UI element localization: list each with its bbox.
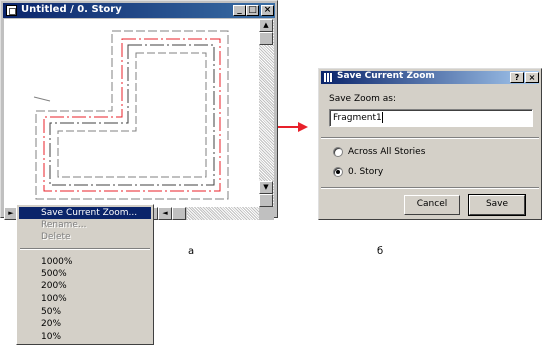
minimize-button[interactable]: _ <box>233 5 246 16</box>
close-button[interactable]: × <box>261 5 274 16</box>
save-zoom-dialog: Save Current Zoom ? × Save Zoom as: Frag… <box>318 68 542 220</box>
document-icon <box>6 5 17 16</box>
menu-item-zoom-100[interactable]: 100% <box>19 293 151 305</box>
floor-plan-drawing <box>33 30 229 200</box>
scroll-down-arrow-icon[interactable]: ▼ <box>259 181 273 194</box>
scroll-thumb[interactable] <box>259 32 273 45</box>
save-button[interactable]: Save <box>468 194 526 216</box>
menu-item-zoom-200[interactable]: 200% <box>19 280 151 292</box>
radio-current-story[interactable] <box>333 167 343 177</box>
window-titlebar[interactable]: Untitled / 0. Story _ □ × <box>3 3 275 18</box>
vertical-scrollbar[interactable]: ▲ ▼ <box>259 19 274 207</box>
radio-across-all-stories[interactable] <box>333 147 343 157</box>
menu-item-zoom-1000[interactable]: 1000% <box>19 256 151 268</box>
scroll-left-arrow-icon[interactable]: ◄ <box>158 207 172 220</box>
menu-item-zoom-10[interactable]: 10% <box>19 331 151 343</box>
plan-window: Untitled / 0. Story _ □ × ▲ ▼ ► ◄ ◄ <box>0 0 278 220</box>
menu-item-rename: Rename... <box>41 220 87 230</box>
divider <box>321 137 539 139</box>
menu-item-zoom-50[interactable]: 50% <box>19 306 151 318</box>
menu-item-delete: Delete <box>41 232 71 242</box>
save-zoom-label: Save Zoom as: <box>329 94 396 104</box>
zoom-name-value: Fragment1 <box>333 113 382 123</box>
caption-right: б <box>377 246 384 257</box>
cancel-button[interactable]: Cancel <box>404 195 460 215</box>
radio-label-current-story[interactable]: 0. Story <box>348 167 383 177</box>
horizontal-scroll-track[interactable] <box>187 207 259 220</box>
red-arrow-icon <box>278 122 308 132</box>
dialog-titlebar[interactable]: Save Current Zoom ? × <box>321 71 539 84</box>
text-cursor <box>381 112 383 123</box>
scroll-up-arrow-icon[interactable]: ▲ <box>259 19 273 32</box>
dialog-title: Save Current Zoom <box>337 71 435 81</box>
caption-left: a <box>188 246 195 257</box>
dialog-close-button[interactable]: × <box>525 72 539 83</box>
zoom-context-menu: Save Current Zoom... Rename... Delete 10… <box>16 204 154 345</box>
maximize-button[interactable]: □ <box>246 5 259 16</box>
help-button[interactable]: ? <box>510 72 524 83</box>
floor-plan-canvas[interactable] <box>4 19 259 207</box>
divider <box>321 187 539 189</box>
window-title: Untitled / 0. Story <box>21 4 122 15</box>
zoom-name-input[interactable]: Fragment1 <box>329 109 533 127</box>
scroll-corner <box>259 194 273 207</box>
menu-item-save-current-zoom[interactable]: Save Current Zoom... <box>19 207 151 219</box>
archicad-icon <box>324 73 333 82</box>
scroll-h-thumb[interactable] <box>172 207 186 220</box>
menu-item-zoom-500[interactable]: 500% <box>19 268 151 280</box>
menu-item-zoom-20[interactable]: 20% <box>19 318 151 330</box>
radio-label-across-all-stories[interactable]: Across All Stories <box>348 147 425 157</box>
menu-separator <box>20 248 150 250</box>
